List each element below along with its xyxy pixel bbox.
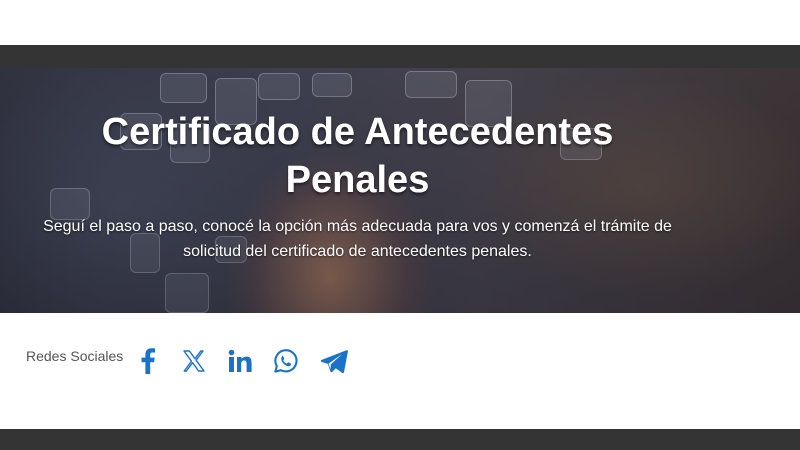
- whatsapp-icon[interactable]: [272, 347, 300, 375]
- page-subtitle: Seguí el paso a paso, conocé la opción m…: [43, 218, 672, 260]
- facebook-icon[interactable]: [134, 347, 162, 375]
- header-dark-band: [0, 45, 800, 68]
- telegram-icon[interactable]: [320, 347, 348, 375]
- x-icon[interactable]: [180, 347, 208, 375]
- hero-banner: Certificado de Antecedentes Penales Segu…: [0, 68, 800, 313]
- social-label: Redes Sociales: [26, 348, 124, 364]
- social-share-bar: Redes Sociales: [0, 313, 800, 429]
- top-blank-area: [0, 0, 800, 45]
- linkedin-icon[interactable]: [226, 347, 254, 375]
- footer-dark-band: [0, 429, 800, 450]
- page-title: Certificado de Antecedentes Penales: [101, 111, 614, 201]
